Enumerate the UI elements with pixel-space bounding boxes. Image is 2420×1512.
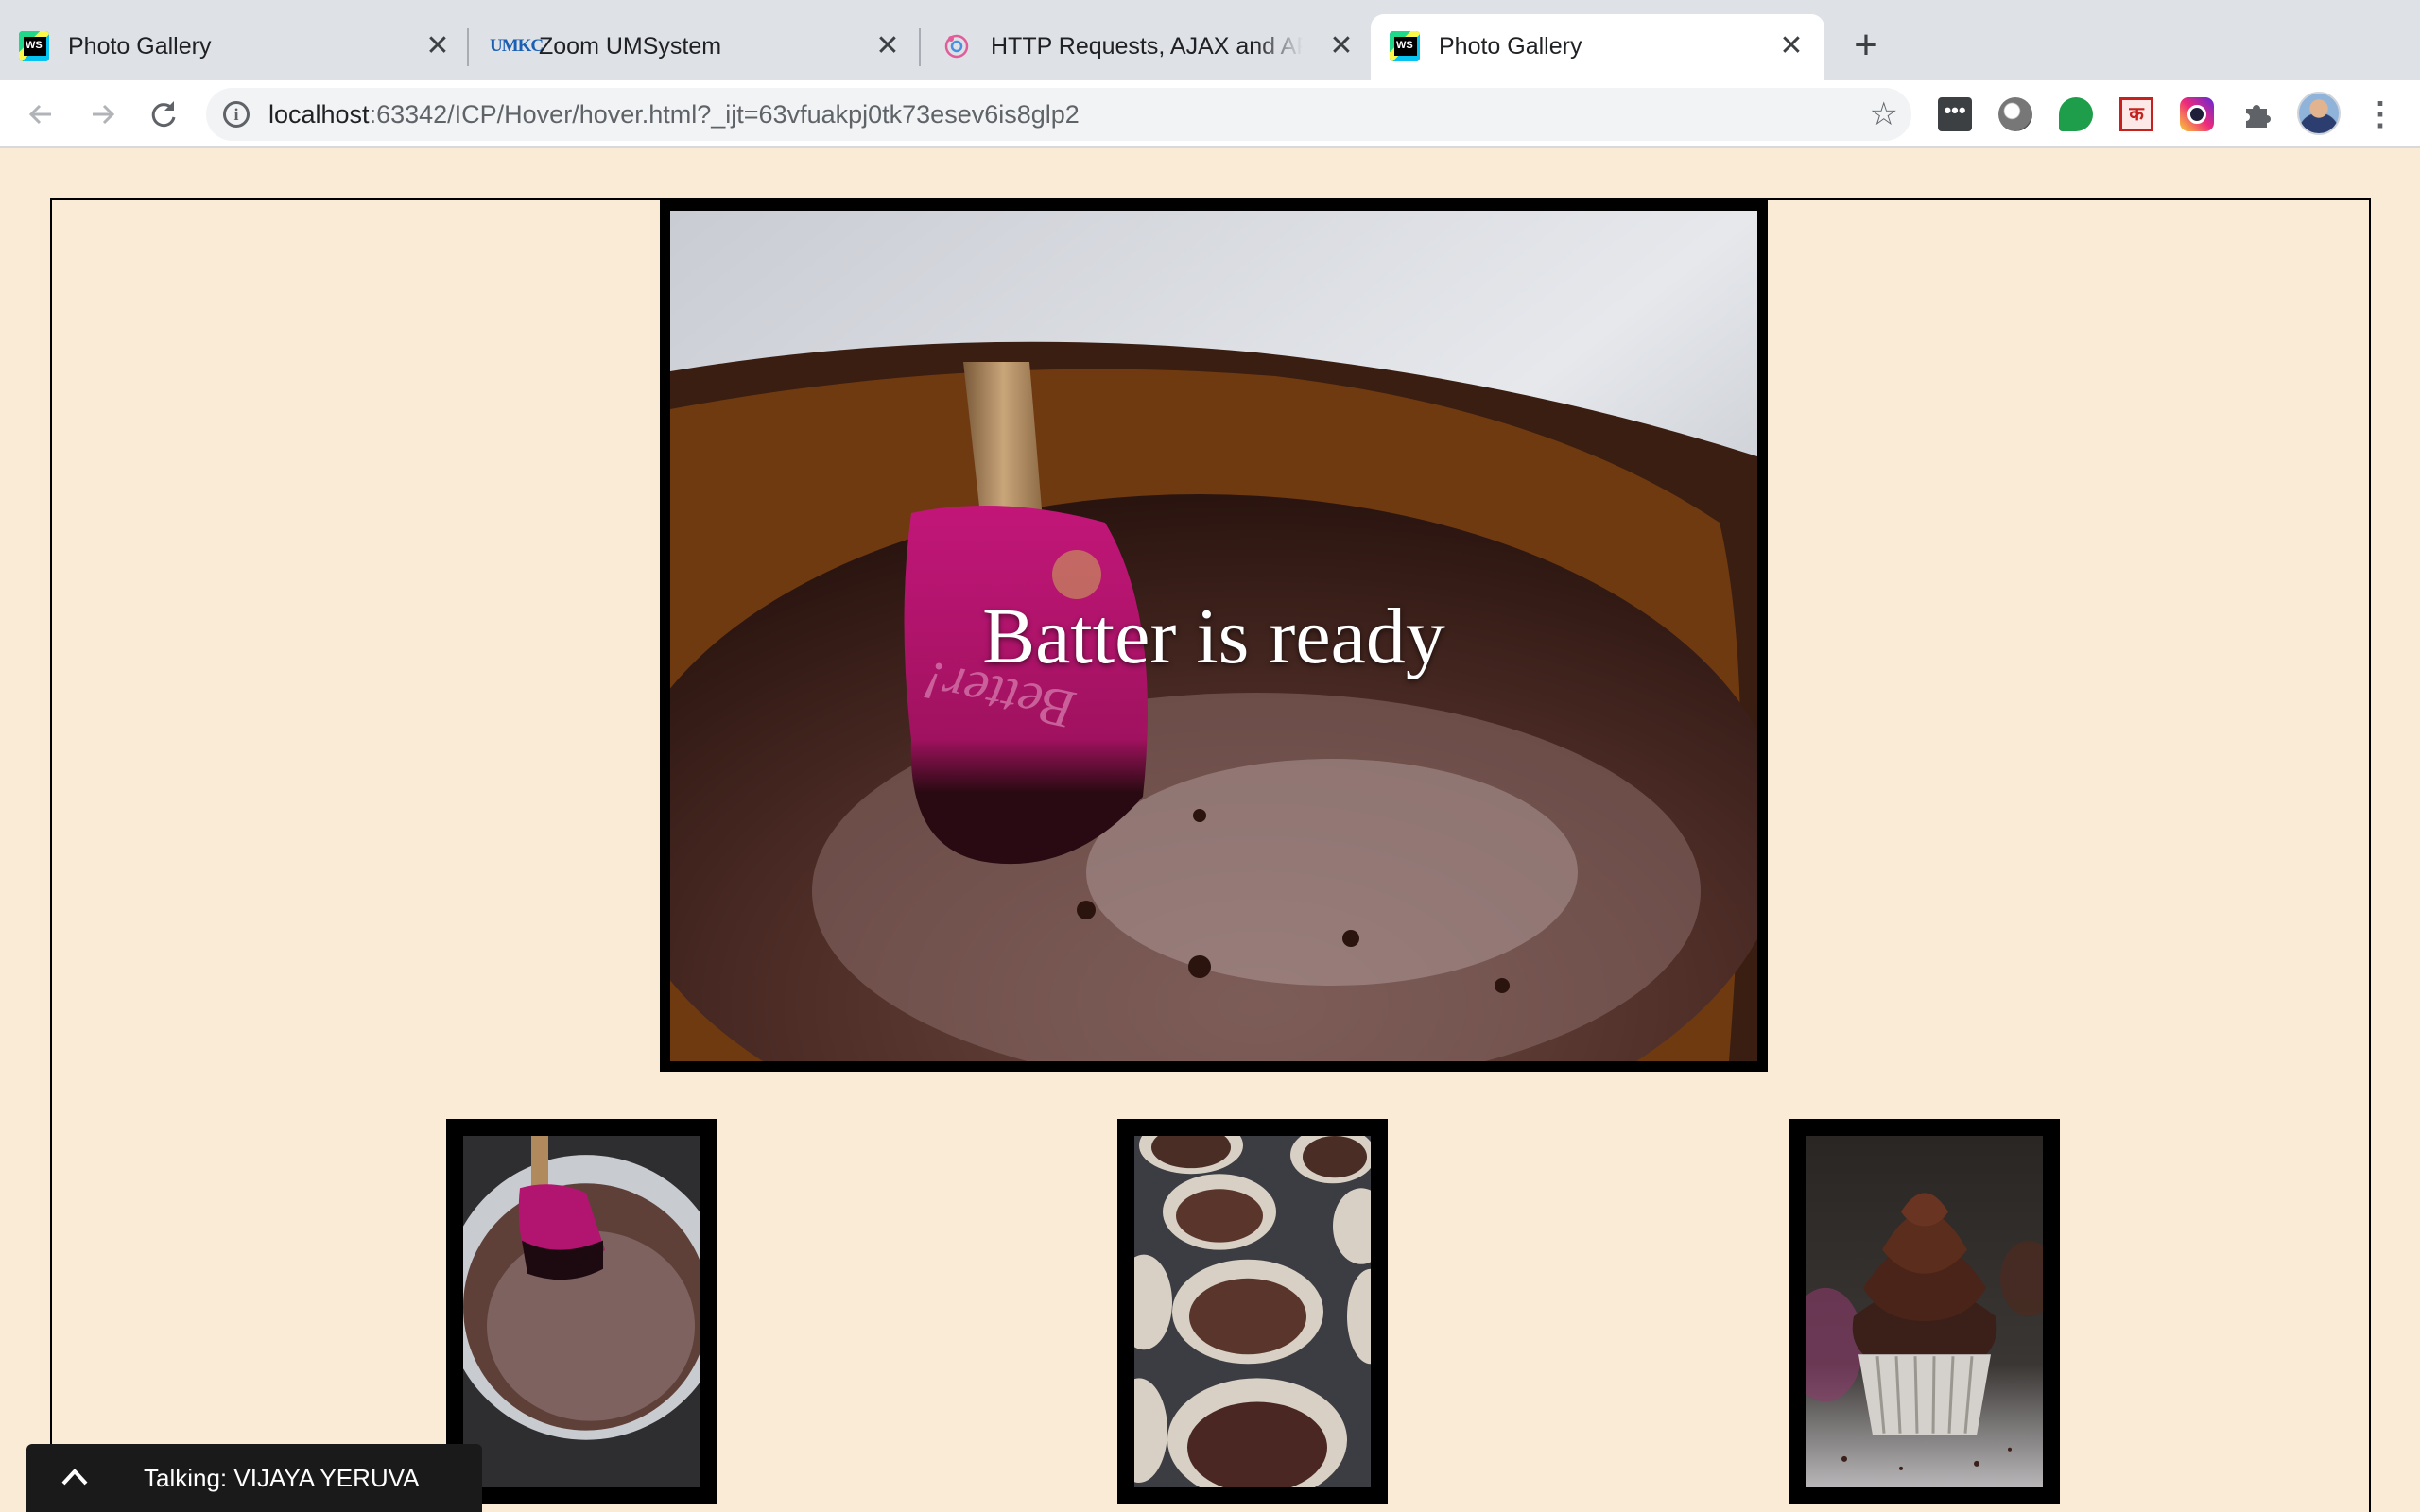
tab-zoom-umsystem[interactable]: UMKC Zoom UMSystem ✕ xyxy=(471,14,915,80)
close-icon[interactable]: ✕ xyxy=(1325,30,1357,62)
tab-title: Photo Gallery xyxy=(68,33,212,60)
url-host: localhost xyxy=(268,100,370,129)
zoom-talking-label: Talking: VIJAYA YERUVA xyxy=(144,1464,420,1492)
thumbnail-image xyxy=(1134,1136,1371,1487)
new-tab-button[interactable]: + xyxy=(1845,25,1887,68)
back-arrow-icon[interactable] xyxy=(23,95,60,133)
thumbnail-image xyxy=(1806,1136,2043,1487)
tab-title: Zoom UMSystem xyxy=(539,33,722,60)
thumbnail-batter-bowl[interactable] xyxy=(446,1119,717,1504)
webstorm-icon xyxy=(19,31,49,61)
main-photo-frame[interactable]: Better! Batter is ready xyxy=(660,200,1768,1072)
url-path: :63342/ICP/Hover/hover.html?_ijt=63vfuak… xyxy=(369,100,1080,129)
bookmark-star-icon[interactable]: ☆ xyxy=(1870,97,1898,131)
url-text[interactable]: localhost:63342/ICP/Hover/hover.html?_ij… xyxy=(268,99,1080,129)
tab-photo-gallery-1[interactable]: Photo Gallery ✕ xyxy=(0,14,463,80)
thumbnail-muffin-tin[interactable] xyxy=(1117,1119,1388,1504)
tab-title: Photo Gallery xyxy=(1439,33,1582,60)
photo-gallery: Better! Batter is ready xyxy=(50,198,2371,1512)
forward-arrow-icon[interactable] xyxy=(83,95,121,133)
info-icon[interactable]: i xyxy=(223,101,250,128)
thumbnail-cupcake[interactable] xyxy=(1789,1119,2060,1504)
address-bar[interactable]: i localhost:63342/ICP/Hover/hover.html?_… xyxy=(206,88,1911,141)
browser-toolbar: i localhost:63342/ICP/Hover/hover.html?_… xyxy=(0,80,2420,148)
close-icon[interactable]: ✕ xyxy=(872,30,904,62)
muffin-tin-thumb-photo xyxy=(1134,1136,1371,1487)
chevron-up-icon[interactable] xyxy=(60,1463,89,1491)
tab-photo-gallery-active[interactable]: Photo Gallery ✕ xyxy=(1371,14,1824,80)
close-icon[interactable]: ✕ xyxy=(1775,30,1807,62)
zoom-talking-bar[interactable]: Talking: VIJAYA YERUVA xyxy=(26,1444,482,1512)
webstorm-icon xyxy=(1390,31,1420,61)
close-icon[interactable]: ✕ xyxy=(422,30,454,62)
hindi-ka-extension-icon[interactable]: क xyxy=(2119,97,2153,131)
green-chat-extension-icon[interactable] xyxy=(2059,97,2093,131)
batter-bowl-thumb-photo xyxy=(463,1136,700,1487)
tab-separator xyxy=(467,28,469,66)
browser-menu-icon[interactable]: ⋮ xyxy=(2363,97,2397,131)
reload-icon[interactable] xyxy=(144,95,182,133)
instagram-extension-icon[interactable] xyxy=(2180,97,2214,131)
cupcake-thumb-photo xyxy=(1806,1136,2043,1487)
more-dots-extension-icon[interactable]: ••• xyxy=(1938,97,1972,131)
browser-tab-strip: Photo Gallery ✕ UMKC Zoom UMSystem ✕ HTT… xyxy=(0,0,2420,80)
grey-circle-extension-icon[interactable] xyxy=(1998,97,2032,131)
puzzle-extensions-icon[interactable] xyxy=(2240,97,2274,131)
tab-separator xyxy=(919,28,921,66)
main-photo-caption: Batter is ready xyxy=(982,592,1445,680)
umkc-icon: UMKC xyxy=(490,36,544,56)
main-photo-image: Better! Batter is ready xyxy=(670,211,1757,1061)
tab-title: HTTP Requests, AJAX and API xyxy=(991,33,1303,60)
ajax-icon xyxy=(942,31,972,61)
profile-avatar[interactable] xyxy=(2297,92,2341,135)
tab-http-requests[interactable]: HTTP Requests, AJAX and API ✕ xyxy=(923,14,1367,80)
thumbnail-image xyxy=(463,1136,700,1487)
